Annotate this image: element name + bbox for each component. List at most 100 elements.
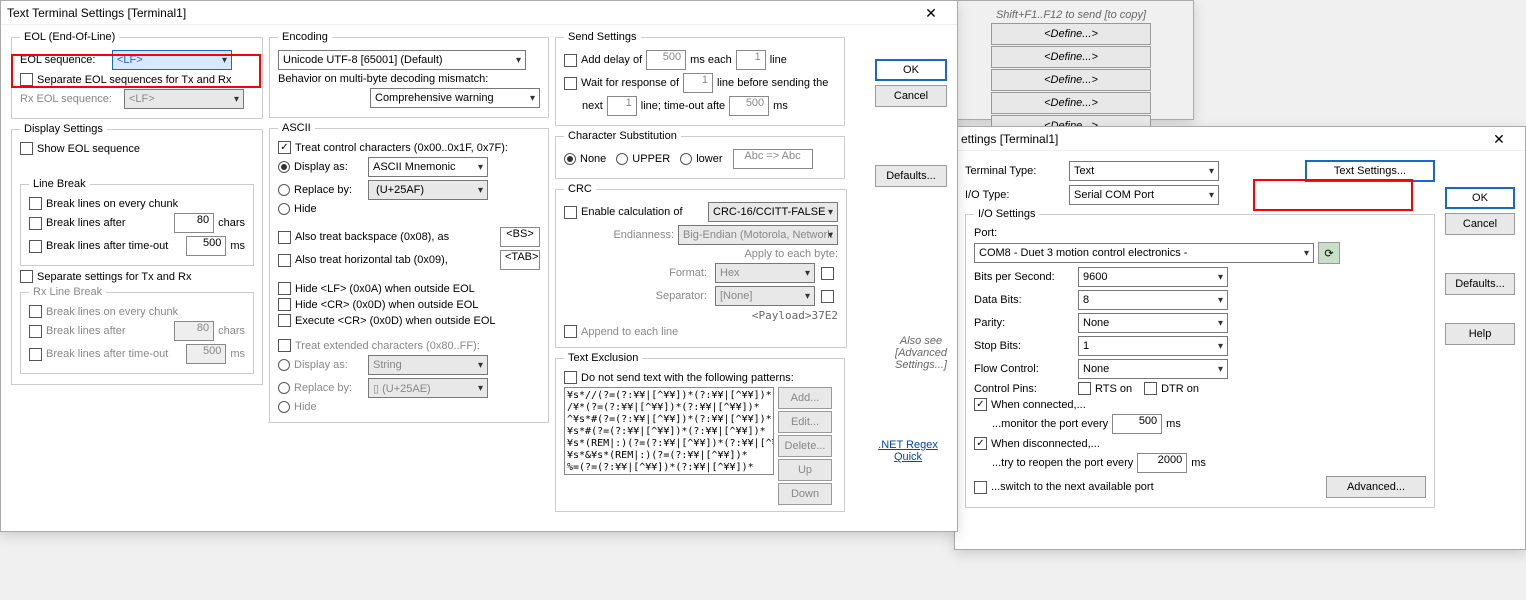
data-bits-select[interactable]: 8 [1078,290,1228,310]
display-as-radio[interactable] [278,161,290,173]
replace-by-radio[interactable] [278,184,290,196]
rx-eol-select: <LF> [124,89,244,109]
switch-next-label: ...switch to the next available port [991,481,1154,493]
close-icon[interactable]: ✕ [1479,127,1519,151]
display-as2-select: String [368,355,488,375]
mismatch-select[interactable]: Comprehensive warning [370,88,540,108]
crc-enable-checkbox[interactable] [564,206,577,219]
define-button[interactable]: <Define...> [991,92,1151,114]
text-settings-button[interactable]: Text Settings... [1305,160,1435,182]
hide-cr-checkbox[interactable] [278,298,291,311]
defaults-button[interactable]: Defaults... [1445,273,1515,295]
crc-legend: CRC [564,183,596,195]
texcl-add-button[interactable]: Add... [778,387,832,409]
define-button[interactable]: <Define...> [991,23,1151,45]
monitor-interval-input[interactable]: 500 [1112,414,1162,434]
advanced-button[interactable]: Advanced... [1326,476,1426,498]
dtr-checkbox[interactable] [1144,382,1157,395]
rx-break-chunk-label: Break lines on every chunk [46,306,178,318]
charsub-lower-radio[interactable] [680,153,692,165]
rts-checkbox[interactable] [1078,382,1091,395]
flow-label: Flow Control: [974,363,1074,375]
add-delay-lines-input[interactable]: 1 [736,50,766,70]
break-chunk-checkbox[interactable] [29,197,42,210]
cancel-button[interactable]: Cancel [1445,213,1515,235]
ok-button[interactable]: OK [1445,187,1515,209]
separate-display-txrx-checkbox[interactable] [20,270,33,283]
bps-select[interactable]: 9600 [1078,267,1228,287]
text-terminal-title: Text Terminal Settings [Terminal1] [7,6,911,20]
refresh-port-icon[interactable]: ⟳ [1318,242,1340,264]
ok-button[interactable]: OK [875,59,947,81]
flow-select[interactable]: None [1078,359,1228,379]
treat-control-checkbox[interactable] [278,141,291,154]
charsub-legend: Character Substitution [564,130,681,142]
separate-eol-txrx-label: Separate EOL sequences for Tx and Rx [37,74,231,86]
defaults-button[interactable]: Defaults... [875,165,947,187]
break-after-input[interactable]: 80 [174,213,214,233]
rx-break-after-input: 80 [174,321,214,341]
break-timeout-input[interactable]: 500 [186,236,226,256]
display-as-select[interactable]: ASCII Mnemonic [368,157,488,177]
mismatch-label: Behavior on multi-byte decoding mismatch… [278,73,488,85]
stop-bits-label: Stop Bits: [974,340,1074,352]
also-bs-label: Also treat backspace (0x08), as [295,231,449,243]
crc-enable-label: Enable calculation of [581,206,683,218]
break-after-checkbox[interactable] [29,217,42,230]
texcl-enable-checkbox[interactable] [564,371,577,384]
help-button[interactable]: Help [1445,323,1515,345]
encoding-select[interactable]: Unicode UTF-8 [65001] (Default) [278,50,526,70]
rx-break-after-label: Break lines after [46,325,125,337]
texcl-patterns-textarea[interactable]: ¥s*//(?=(?:¥¥|[^¥¥])*(?:¥¥|[^¥¥])* /¥*(?… [564,387,774,475]
hide-lf-checkbox[interactable] [278,282,291,295]
charsub-lower-label: lower [696,153,722,165]
parity-select[interactable]: None [1078,313,1228,333]
regex-link[interactable]: .NET Regex Quick [869,439,947,463]
wait-resp-lines-input[interactable]: 1 [683,73,713,93]
define-button[interactable]: <Define...> [991,69,1151,91]
io-type-select[interactable]: Serial COM Port [1069,185,1219,205]
add-delay-checkbox[interactable] [564,54,577,67]
texcl-edit-button[interactable]: Edit... [778,411,832,433]
also-bs-checkbox[interactable] [278,231,291,244]
stop-bits-select[interactable]: 1 [1078,336,1228,356]
separate-eol-txrx-checkbox[interactable] [20,73,33,86]
crc-append-checkbox [564,325,577,338]
charsub-upper-radio[interactable] [616,153,628,165]
reopen-interval-input[interactable]: 2000 [1137,453,1187,473]
port-select[interactable]: COM8 - Duet 3 motion control electronics… [974,243,1314,263]
when-connected-checkbox[interactable] [974,398,987,411]
when-disconnected-checkbox[interactable] [974,437,987,450]
treat-ext-label: Treat extended characters (0x80..FF): [295,340,480,352]
also-tab-checkbox[interactable] [278,254,291,267]
rx-break-after-unit: chars [218,325,245,337]
switch-next-checkbox[interactable] [974,481,987,494]
wait-timeout-input[interactable]: 500 [729,96,769,116]
add-delay-ms-input[interactable]: 500 [646,50,686,70]
charsub-upper-label: UPPER [632,153,670,165]
eol-sequence-select[interactable]: <LF> [112,50,232,70]
charsub-none-radio[interactable] [564,153,576,165]
hide-radio[interactable] [278,203,290,215]
encoding-legend: Encoding [278,31,332,43]
wait-ms-label: ms [773,100,788,112]
texcl-enable-label: Do not send text with the following patt… [581,372,794,384]
wait-resp-checkbox[interactable] [564,77,577,90]
texcl-delete-button[interactable]: Delete... [778,435,832,457]
define-button[interactable]: <Define...> [991,46,1151,68]
close-icon[interactable]: ✕ [911,1,951,25]
break-timeout-checkbox[interactable] [29,240,42,253]
wait-next-lines-input[interactable]: 1 [607,96,637,116]
cancel-button[interactable]: Cancel [875,85,947,107]
reopen-label: ...try to reopen the port every [992,457,1133,469]
display-as-label: Display as: [294,161,364,173]
show-eol-checkbox[interactable] [20,142,33,155]
terminal-settings-title: ettings [Terminal1] [961,132,1479,146]
texcl-down-button[interactable]: Down [778,483,832,505]
terminal-type-select[interactable]: Text [1069,161,1219,181]
crc-sep-label: Separator: [656,290,707,302]
crc-payload: <Payload>37E2 [752,309,838,322]
exec-cr-checkbox[interactable] [278,314,291,327]
crc-sep-select: [None] [715,286,815,306]
texcl-up-button[interactable]: Up [778,459,832,481]
